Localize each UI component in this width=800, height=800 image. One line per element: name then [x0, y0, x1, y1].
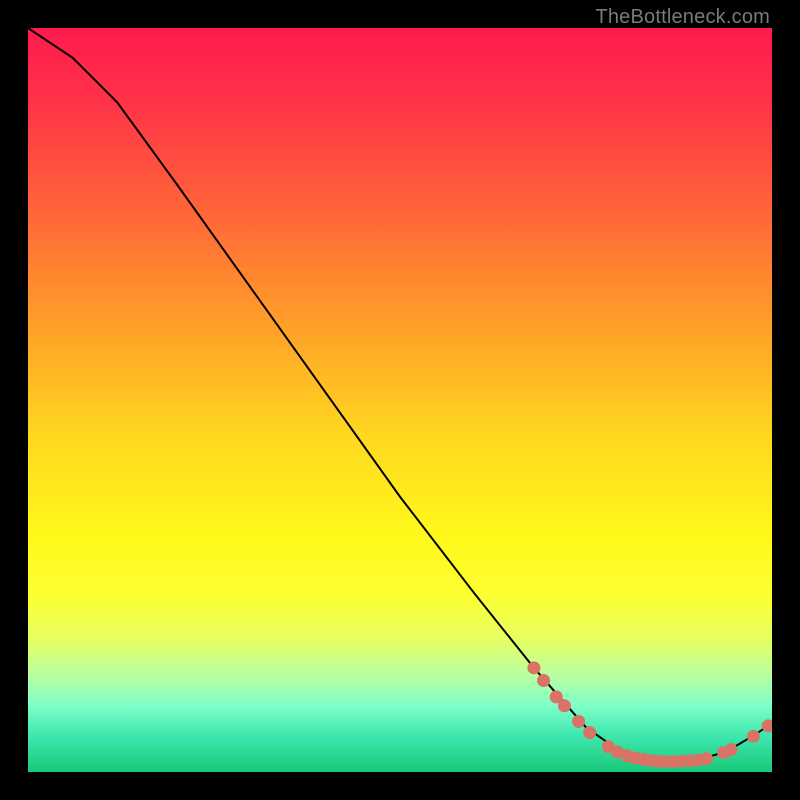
data-point: [725, 743, 738, 756]
curve-svg: [28, 28, 772, 772]
data-point: [700, 752, 713, 765]
data-point: [583, 726, 596, 739]
watermark-text: TheBottleneck.com: [595, 6, 770, 29]
bottleneck-curve: [28, 28, 772, 762]
data-point: [527, 661, 540, 674]
data-point: [762, 719, 772, 732]
data-point: [537, 674, 550, 687]
data-point: [572, 715, 585, 728]
data-points-group: [527, 661, 772, 768]
data-point: [747, 730, 760, 743]
chart-plot-area: [28, 28, 772, 772]
data-point: [558, 699, 571, 712]
